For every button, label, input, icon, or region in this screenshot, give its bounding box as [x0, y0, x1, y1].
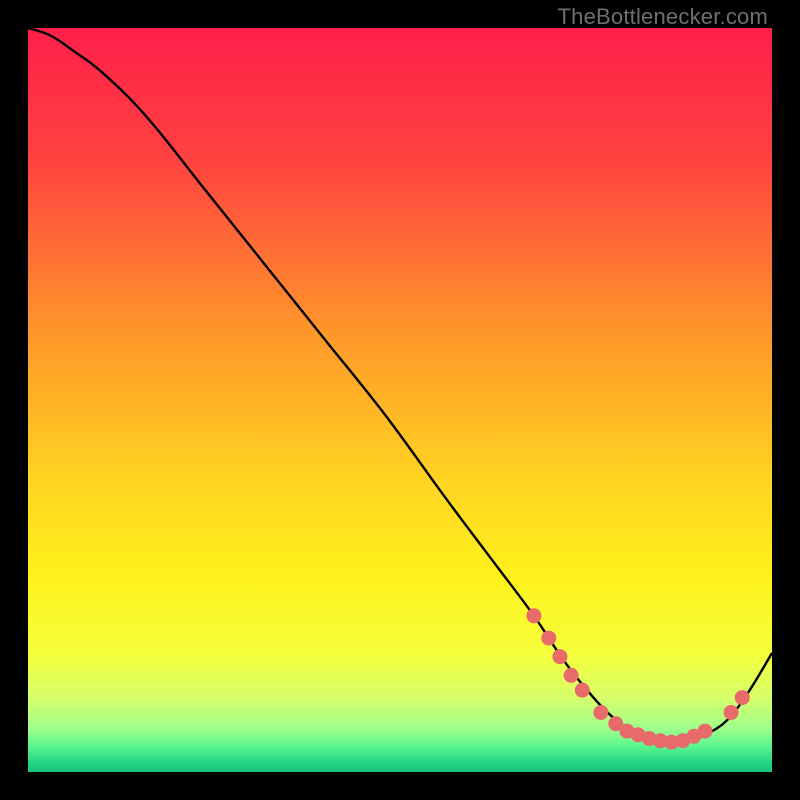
data-point: [575, 683, 590, 698]
data-point: [724, 705, 739, 720]
data-point: [552, 649, 567, 664]
data-point: [698, 724, 713, 739]
data-point: [593, 705, 608, 720]
data-point: [564, 668, 579, 683]
bottleneck-chart: [28, 28, 772, 772]
chart-frame: [28, 28, 772, 772]
data-point: [541, 631, 556, 646]
watermark-text: TheBottlenecker.com: [558, 4, 768, 30]
gradient-background: [28, 28, 772, 772]
data-point: [735, 690, 750, 705]
data-point: [526, 608, 541, 623]
